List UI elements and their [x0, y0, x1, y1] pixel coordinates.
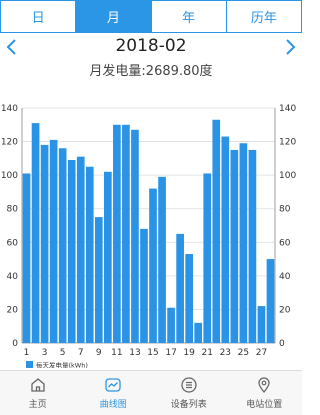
- bar-day-11: [113, 124, 121, 344]
- nav-chart-label: 曲线图: [99, 400, 127, 410]
- period-title: 2018-02: [115, 36, 187, 56]
- bar-day-12: [122, 124, 130, 344]
- chart-icon: [105, 378, 121, 392]
- bar-day-27: [257, 306, 266, 343]
- list-icon: [181, 377, 197, 393]
- bar-day-7: [76, 156, 85, 343]
- bar-day-28: [266, 259, 275, 343]
- nav-device-list-label: 设备列表: [170, 400, 207, 410]
- y-tick-label-right: 20: [279, 305, 291, 315]
- bar-day-19: [185, 254, 194, 343]
- y-tick-label-left: 80: [7, 205, 19, 215]
- bar-day-4: [49, 139, 58, 343]
- tab-year[interactable]: 年: [151, 0, 227, 32]
- x-tick-label: 5: [60, 348, 66, 358]
- bar-day-5: [58, 148, 67, 343]
- nav-device-list[interactable]: 设备列表: [151, 371, 227, 415]
- bar-day-24: [230, 149, 239, 343]
- bar-day-10: [103, 171, 112, 343]
- legend-swatch: [26, 361, 33, 368]
- x-tick-label: 19: [183, 348, 195, 358]
- y-tick-label-left: 120: [1, 138, 18, 148]
- bar-day-6: [67, 160, 76, 343]
- bar-day-14: [140, 228, 148, 343]
- tab-month[interactable]: 月: [76, 0, 152, 32]
- nav-home-label: 主页: [28, 400, 47, 410]
- y-tick-label-right: 120: [279, 138, 296, 148]
- bar-day-13: [131, 129, 139, 343]
- y-tick-label-left: 20: [7, 305, 19, 315]
- bar-day-23: [221, 136, 230, 343]
- x-tick-label: 11: [111, 348, 122, 358]
- location-pin-icon: [258, 377, 270, 394]
- y-tick-label-left: 100: [1, 171, 18, 181]
- y-tick-label-right: 140: [279, 104, 296, 114]
- y-tick-label-left: 60: [7, 238, 19, 248]
- bar-day-3: [40, 144, 49, 343]
- bar-day-20: [194, 322, 203, 343]
- nav-station-location[interactable]: 电站位置: [227, 371, 303, 415]
- bar-day-17: [167, 307, 175, 343]
- daily-generation-chart: 0 020 2040 4060 6080 80100 100120 120140 1401 3 5 7…: [1, 104, 296, 369]
- legend-label: 每天发电量(kWh): [36, 361, 88, 369]
- monthly-generation-summary: 月发电量:2689.80度: [89, 64, 213, 79]
- bar-day-2: [31, 123, 40, 343]
- y-tick-label-right: 60: [279, 238, 291, 248]
- bar-day-15: [149, 188, 157, 343]
- next-period-icon[interactable]: [282, 37, 298, 57]
- nav-chart[interactable]: 曲线图: [76, 371, 152, 415]
- bar-day-21: [203, 173, 212, 343]
- x-tick-label: 17: [165, 348, 176, 358]
- x-tick-label: 7: [78, 348, 84, 358]
- x-tick-label: 25: [238, 348, 249, 358]
- y-tick-label-right: 100: [279, 171, 296, 181]
- y-tick-label-left: 40: [7, 272, 19, 282]
- bar-day-9: [94, 217, 103, 343]
- tab-day[interactable]: 日: [0, 0, 77, 32]
- nav-home[interactable]: 主页: [0, 371, 76, 415]
- period-tabs: 日 月 年 历年: [0, 0, 302, 33]
- bar-day-25: [239, 143, 248, 343]
- x-tick-label: 15: [147, 348, 158, 358]
- y-tick-label-left: 0: [12, 339, 18, 349]
- x-tick-label: 1: [24, 348, 30, 358]
- bar-day-26: [248, 149, 257, 343]
- y-tick-label-right: 80: [279, 205, 291, 215]
- x-tick-label: 3: [42, 348, 48, 358]
- x-tick-label: 27: [256, 348, 267, 358]
- nav-station-location-label: 电站位置: [246, 400, 283, 410]
- bar-day-8: [85, 166, 94, 343]
- y-tick-label-right: 40: [279, 272, 291, 282]
- x-tick-label: 23: [220, 348, 231, 358]
- tab-all-years[interactable]: 历年: [226, 0, 302, 32]
- y-tick-label-left: 140: [1, 104, 18, 114]
- x-tick-label: 9: [96, 348, 102, 358]
- bar-day-1: [22, 173, 31, 343]
- x-tick-label: 13: [129, 348, 140, 358]
- bar-day-16: [158, 176, 166, 343]
- y-tick-label-right: 0: [279, 339, 285, 349]
- bar-day-22: [212, 119, 221, 343]
- bar-day-18: [176, 233, 184, 343]
- x-tick-label: 21: [202, 348, 213, 358]
- bottom-navigation: 主页 曲线图 设备列表 电站位置: [0, 370, 302, 415]
- home-icon: [31, 378, 45, 392]
